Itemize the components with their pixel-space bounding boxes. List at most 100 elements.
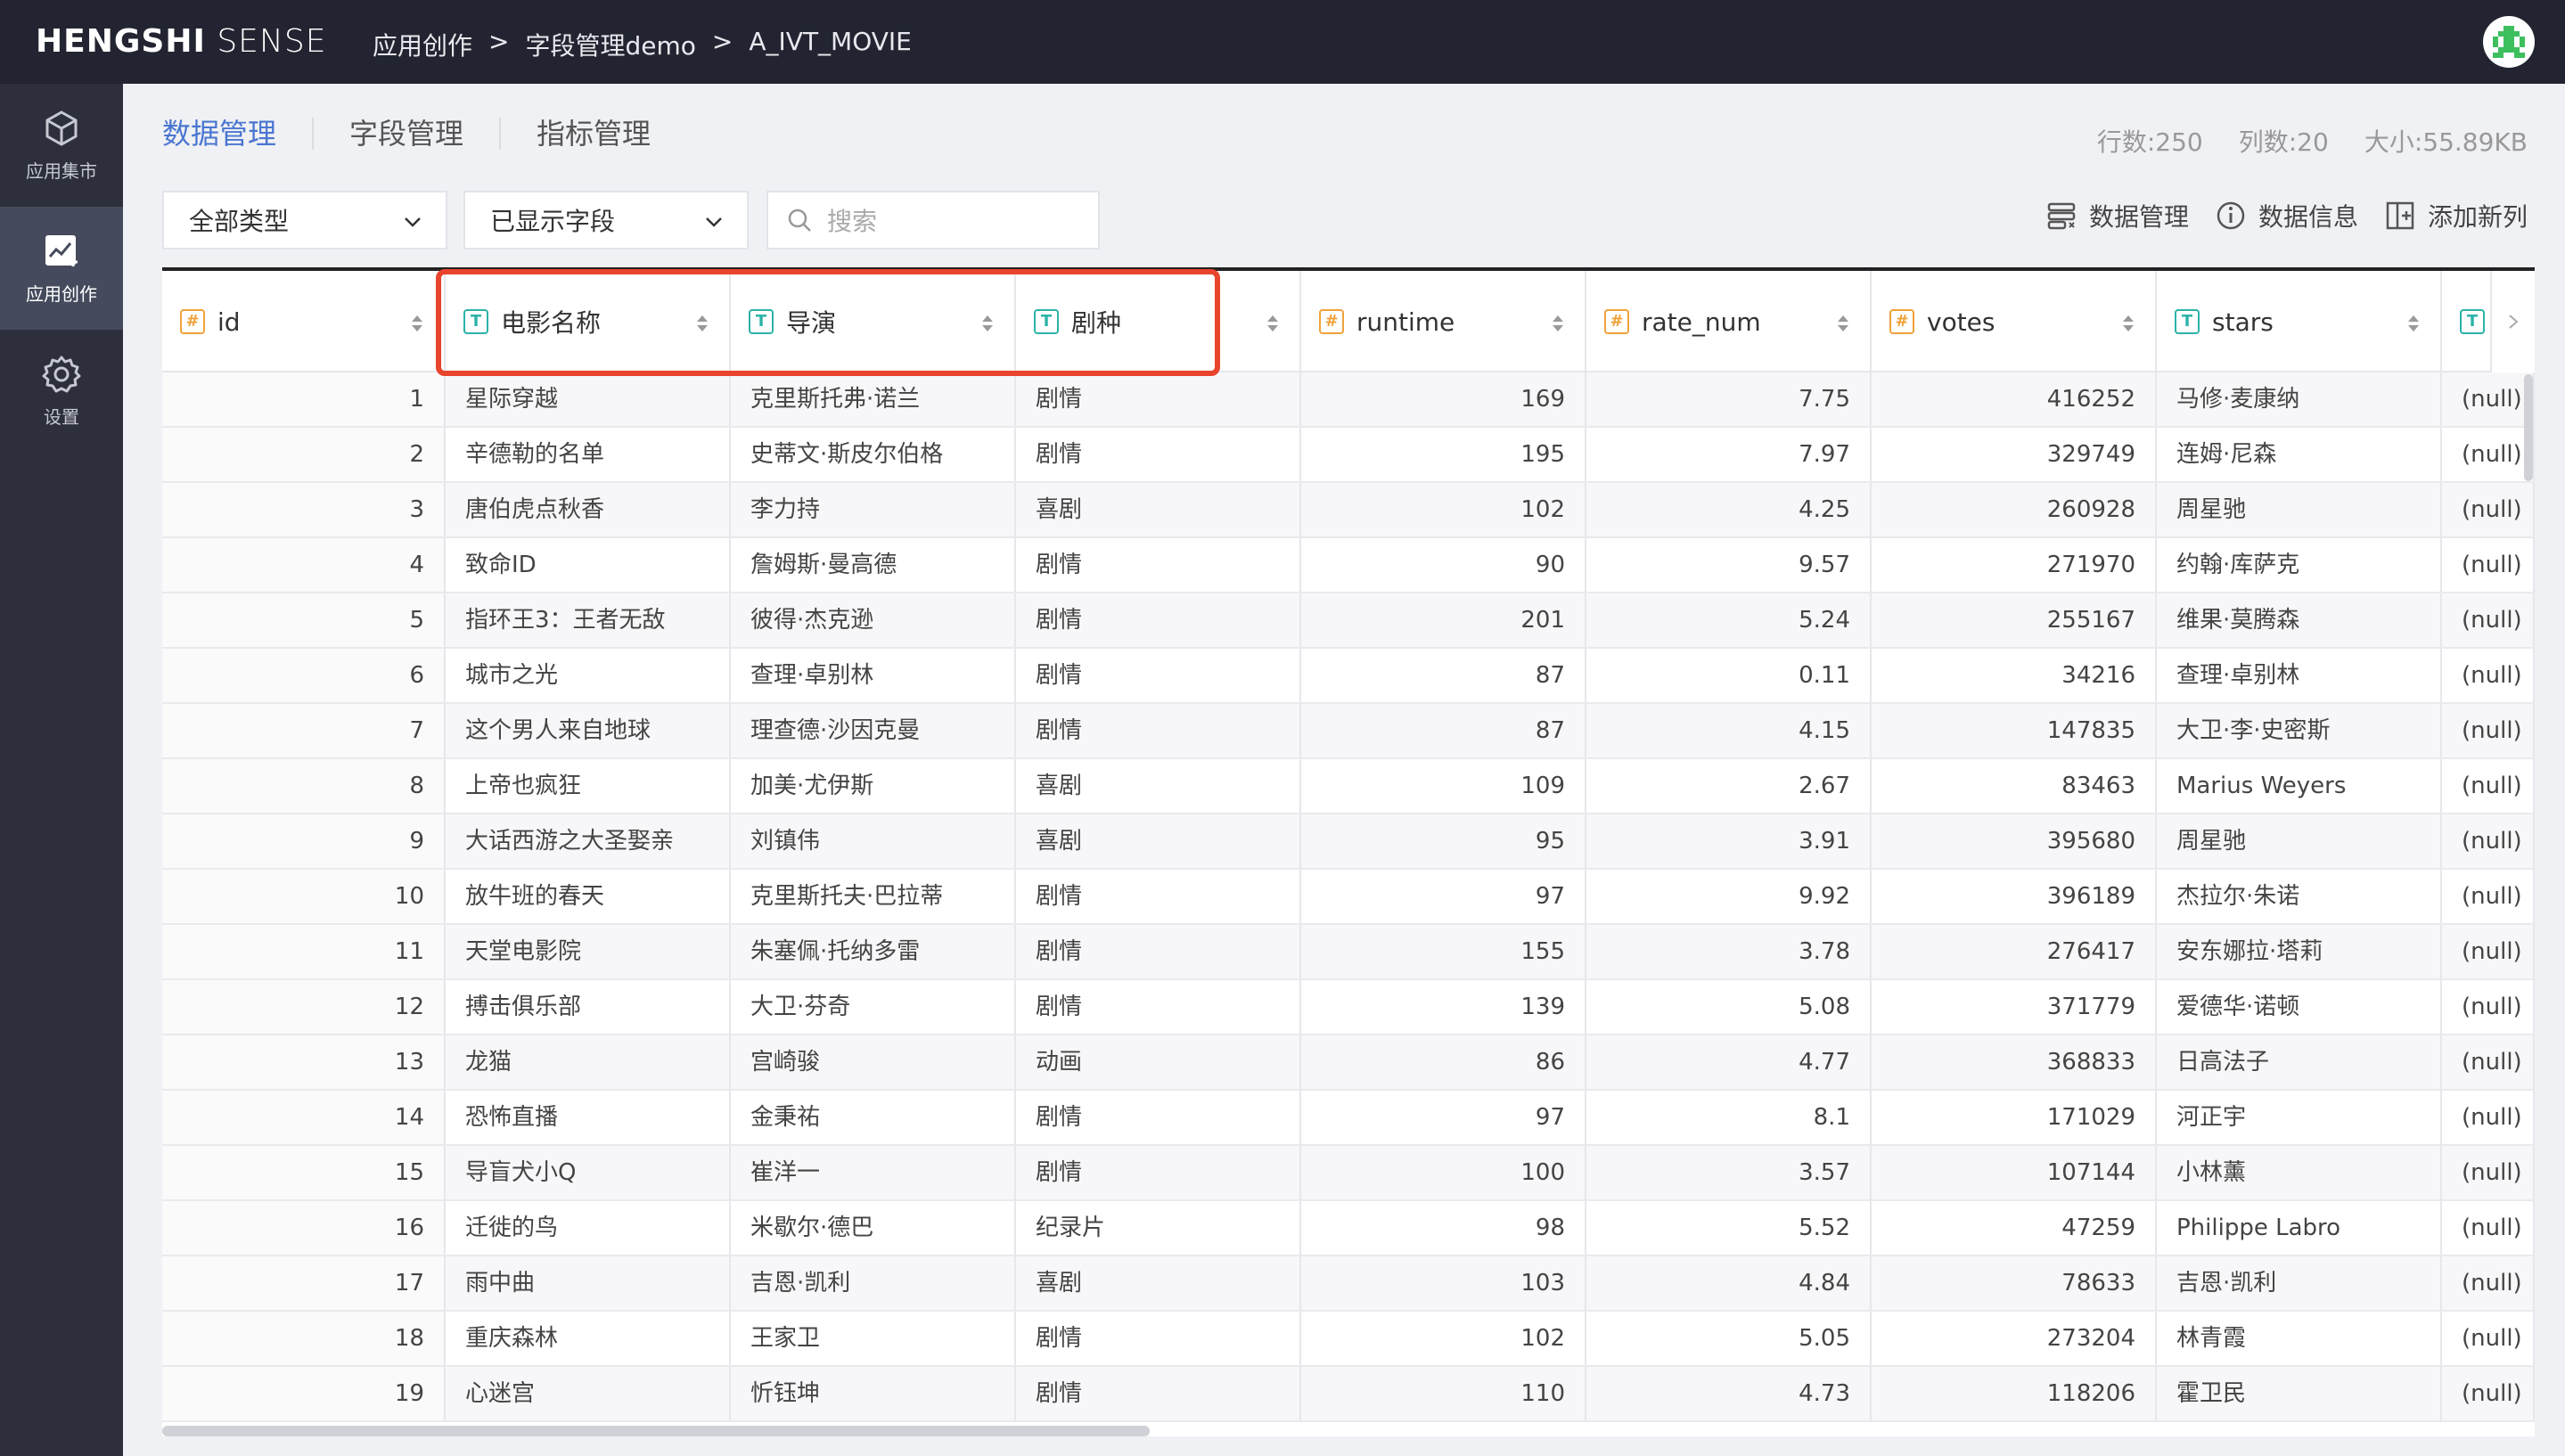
- sort-icon[interactable]: [1553, 315, 1563, 331]
- chart-edit-icon: [45, 234, 78, 266]
- type-filter-select[interactable]: 全部类型: [162, 191, 447, 249]
- tab-field-management[interactable]: 字段管理: [314, 118, 502, 150]
- tab-data-management[interactable]: 数据管理: [162, 118, 315, 150]
- table-cell-genre: 剧情: [1016, 649, 1301, 702]
- table-cell-runtime: 98: [1301, 1201, 1586, 1255]
- info-icon: [2217, 201, 2245, 230]
- column-header-col-genre[interactable]: T 剧种: [1016, 271, 1301, 372]
- table-row[interactable]: 11 天堂电影院 朱塞佩·托纳多雷 剧情 155 3.78 276417 安东娜拉·塔莉 (nu…: [162, 925, 2535, 980]
- table-cell-votes: 396189: [1872, 870, 2157, 923]
- cube-icon: [45, 110, 78, 146]
- table-row[interactable]: 1 星际穿越 克里斯托弗·诺兰 剧情 169 7.75 416252 马修·麦康纳 (null): [162, 372, 2535, 428]
- table-row[interactable]: 6 城市之光 查理·卓别林 剧情 87 0.11 34216 查理·卓别林 (null): [162, 649, 2535, 704]
- table-row[interactable]: 2 辛德勒的名单 史蒂文·斯皮尔伯格 剧情 195 7.97 329749 连姆·尼森 (nul…: [162, 428, 2535, 483]
- brand-light: SENSE: [217, 23, 327, 60]
- table-cell-rate-num: 4.77: [1586, 1035, 1872, 1089]
- table-cell-genre: 剧情: [1016, 980, 1301, 1034]
- table-cell-director: 朱塞佩·托纳多雷: [731, 925, 1016, 978]
- sort-icon[interactable]: [1838, 315, 1848, 331]
- table-cell-stars: 河正宇: [2157, 1091, 2442, 1144]
- table-cell-extra: (null): [2442, 925, 2535, 978]
- chevron-down-icon: [405, 217, 421, 227]
- column-header-col-movie-name[interactable]: T 电影名称: [446, 271, 731, 372]
- table-cell-stars: 查理·卓别林: [2157, 649, 2442, 702]
- table-cell-stars: 爱德华·诺顿: [2157, 980, 2442, 1034]
- column-header-col-runtime[interactable]: # runtime: [1301, 271, 1586, 372]
- sidebar-item-label: 设置: [44, 405, 79, 428]
- table-row[interactable]: 14 恐怖直播 金秉祐 剧情 97 8.1 171029 河正宇 (null): [162, 1091, 2535, 1146]
- breadcrumb-app-create[interactable]: 应用创作: [373, 27, 472, 62]
- table-cell-rate-num: 5.24: [1586, 593, 1872, 647]
- column-header-col-director[interactable]: T 导演: [731, 271, 1016, 372]
- table-cell-extra: (null): [2442, 1201, 2535, 1255]
- sidebar-item-settings[interactable]: 设置: [0, 330, 123, 453]
- search-input[interactable]: 搜索: [766, 191, 1100, 249]
- table-cell-runtime: 155: [1301, 925, 1586, 978]
- sort-icon[interactable]: [982, 315, 993, 331]
- table-cell-genre: 剧情: [1016, 870, 1301, 923]
- table-cell-extra: (null): [2442, 372, 2535, 426]
- chevron-down-icon: [706, 217, 722, 227]
- sort-icon[interactable]: [412, 315, 422, 331]
- table-cell-movie-name: 重庆森林: [446, 1312, 731, 1365]
- table-cell-genre: 纪录片: [1016, 1201, 1301, 1255]
- number-type-icon: #: [1604, 309, 1629, 334]
- table-row[interactable]: 18 重庆森林 王家卫 剧情 102 5.05 273204 林青霞 (null): [162, 1312, 2535, 1367]
- horizontal-scrollbar[interactable]: [162, 1426, 1150, 1436]
- sort-icon[interactable]: [697, 315, 708, 331]
- data-management-button[interactable]: 数据管理: [2046, 198, 2189, 233]
- sidebar-item-label: 应用创作: [26, 282, 97, 305]
- brand-logo[interactable]: HENGSHI SENSE: [36, 23, 326, 60]
- table-row[interactable]: 15 导盲犬小Q 崔洋一 剧情 100 3.57 107144 小林薰 (null): [162, 1146, 2535, 1201]
- data-management-label: 数据管理: [2088, 202, 2189, 232]
- table-row[interactable]: 17 雨中曲 吉恩·凯利 喜剧 103 4.84 78633 吉恩·凯利 (null): [162, 1256, 2535, 1312]
- table-row[interactable]: 3 唐伯虎点秋香 李力持 喜剧 102 4.25 260928 周星驰 (null): [162, 483, 2535, 538]
- sidebar-item-app-create[interactable]: 应用创作: [0, 207, 123, 330]
- column-header-col-id[interactable]: # id: [162, 271, 446, 372]
- pixel-avatar-icon: [2493, 26, 2525, 58]
- column-header-col-votes[interactable]: # votes: [1872, 271, 2157, 372]
- table-row[interactable]: 9 大话西游之大圣娶亲 刘镇伟 喜剧 95 3.91 395680 周星驰 (null): [162, 814, 2535, 870]
- add-column-button[interactable]: 添加新列: [2385, 198, 2528, 233]
- table-row[interactable]: 8 上帝也疯狂 加美·尤伊斯 喜剧 109 2.67 83463 Marius Weyers(…: [162, 759, 2535, 814]
- table-cell-genre: 剧情: [1016, 372, 1301, 426]
- table-cell-runtime: 100: [1301, 1146, 1586, 1199]
- table-cell-id: 12: [162, 980, 446, 1034]
- table-cell-runtime: 195: [1301, 428, 1586, 481]
- sort-icon[interactable]: [2123, 315, 2134, 331]
- table-row[interactable]: 4 致命ID 詹姆斯·曼高德 剧情 90 9.57 271970 约翰·库萨克 (null): [162, 538, 2535, 593]
- table-row[interactable]: 7 这个男人来自地球 理查德·沙因克曼 剧情 87 4.15 147835 大卫·李·史密斯(…: [162, 704, 2535, 759]
- table-row[interactable]: 10 放牛班的春天 克里斯托夫·巴拉蒂 剧情 97 9.92 396189 杰拉尔·朱诺 (nu…: [162, 870, 2535, 925]
- table-row[interactable]: 12 搏击俱乐部 大卫·芬奇 剧情 139 5.08 371779 爱德华·诺顿 (null): [162, 980, 2535, 1035]
- breadcrumb-demo[interactable]: 字段管理demo: [525, 27, 695, 62]
- field-visibility-select[interactable]: 已显示字段: [463, 191, 749, 249]
- table-cell-extra: (null): [2442, 593, 2535, 647]
- table-cell-extra: (null): [2442, 649, 2535, 702]
- table-cell-stars: 霍卫民: [2157, 1367, 2442, 1420]
- table-cell-movie-name: 致命ID: [446, 538, 731, 592]
- column-header-col-stars[interactable]: Tstars: [2157, 271, 2442, 372]
- table-row[interactable]: 13 龙猫 宫崎骏 动画 86 4.77 368833 日高法子 (null): [162, 1035, 2535, 1091]
- table-cell-movie-name: 大话西游之大圣娶亲: [446, 814, 731, 868]
- data-info-button[interactable]: 数据信息: [2216, 198, 2358, 233]
- table-cell-runtime: 102: [1301, 483, 1586, 536]
- table-row[interactable]: 5 指环王3：王者无敌 彼得·杰克逊 剧情 201 5.24 255167 维果·莫腾森 (nu…: [162, 593, 2535, 649]
- user-avatar[interactable]: [2483, 16, 2535, 68]
- sort-icon[interactable]: [2408, 315, 2419, 331]
- sort-icon[interactable]: [1267, 315, 1278, 331]
- table-body: 1 星际穿越 克里斯托弗·诺兰 剧情 169 7.75 416252 马修·麦康纳 (null)…: [162, 372, 2535, 1422]
- sidebar-item-app-market[interactable]: 应用集市: [0, 84, 123, 207]
- table-cell-runtime: 139: [1301, 980, 1586, 1034]
- table-cell-votes: 276417: [1872, 925, 2157, 978]
- table-cell-director: 克里斯托弗·诺兰: [731, 372, 1016, 426]
- vertical-scrollbar[interactable]: [2524, 374, 2533, 481]
- table-row[interactable]: 19 心迷宫 忻钰坤 剧情 110 4.73 118206 霍卫民 (null): [162, 1367, 2535, 1422]
- table-row[interactable]: 16 迁徙的鸟 米歇尔·德巴 纪录片 98 5.52 47259 Philippe Labro…: [162, 1201, 2535, 1256]
- column-header-col-rate-num[interactable]: # rate_num: [1586, 271, 1872, 372]
- table-cell-id: 4: [162, 538, 446, 592]
- scroll-right-button[interactable]: [2490, 271, 2535, 372]
- tab-metric-management[interactable]: 指标管理: [501, 118, 686, 150]
- column-header-label: runtime: [1356, 307, 1455, 337]
- table-cell-id: 17: [162, 1256, 446, 1310]
- table-cell-runtime: 102: [1301, 1312, 1586, 1365]
